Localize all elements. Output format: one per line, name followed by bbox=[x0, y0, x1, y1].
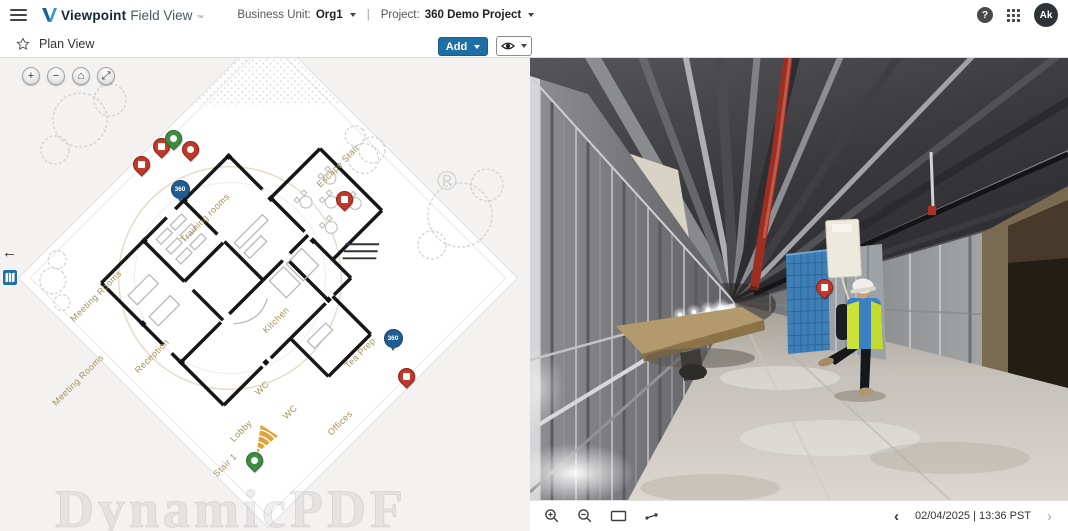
chevron-down-icon bbox=[474, 45, 480, 49]
zoom-in-icon bbox=[544, 508, 560, 524]
app-window: Viewpoint Field View ™ Business Unit: Or… bbox=[0, 0, 1068, 531]
chevron-down-icon[interactable] bbox=[528, 13, 534, 17]
photo-zoom-in-button[interactable] bbox=[544, 508, 560, 524]
plan-panel: DynamicPDF ® +−⌂⤢ ← Training roomsEscape… bbox=[0, 58, 530, 531]
photo-360-viewer[interactable] bbox=[530, 58, 1068, 500]
pin-icon bbox=[341, 196, 348, 203]
zoom-out-button[interactable]: − bbox=[47, 67, 65, 85]
pin-icon bbox=[187, 146, 194, 153]
brand-product: Field View bbox=[130, 8, 192, 23]
floor-plan-drawing bbox=[19, 58, 517, 527]
pin-icon bbox=[403, 373, 410, 380]
pan-icon bbox=[644, 509, 661, 523]
menu-icon[interactable] bbox=[10, 9, 27, 21]
chevron-down-icon bbox=[521, 44, 527, 48]
map-icon bbox=[5, 272, 15, 283]
add-button[interactable]: Add bbox=[438, 37, 488, 56]
registered-trademark: ® bbox=[437, 166, 457, 197]
apps-grid-icon[interactable] bbox=[1007, 9, 1020, 22]
zoom-fit-button[interactable]: ⤢ bbox=[97, 67, 115, 85]
watermark-text: DynamicPDF bbox=[55, 478, 407, 531]
photo-toolbar-icons bbox=[544, 508, 661, 524]
view-toolbar: Plan View Add bbox=[0, 30, 1068, 58]
context-divider: | bbox=[367, 9, 370, 21]
next-photo-button[interactable]: › bbox=[1045, 509, 1054, 524]
previous-photo-button[interactable]: ‹ bbox=[892, 509, 901, 524]
photo-fullscreen-button[interactable] bbox=[610, 509, 627, 523]
help-button[interactable]: ? bbox=[977, 7, 993, 23]
zoom-out-icon bbox=[577, 508, 593, 524]
pin-icon bbox=[821, 284, 828, 291]
marker-360-label: 360 bbox=[175, 186, 186, 193]
trademark-symbol: ™ bbox=[196, 15, 203, 22]
photo-zoom-out-button[interactable] bbox=[577, 508, 593, 524]
collapse-panel-button[interactable]: ← bbox=[2, 244, 17, 261]
photo-360-scene bbox=[530, 58, 1068, 500]
marker-360-label: 360 bbox=[388, 335, 399, 342]
viewpoint-logo-icon bbox=[41, 8, 57, 22]
visibility-dropdown-button[interactable] bbox=[496, 36, 532, 56]
context-bar: Business Unit: Org1 | Project: 360 Demo … bbox=[237, 9, 534, 21]
business-unit-label: Business Unit: bbox=[237, 9, 311, 21]
marker-360-marker[interactable]: 360 bbox=[384, 329, 403, 348]
zoom-home-button[interactable]: ⌂ bbox=[72, 67, 90, 85]
room-label: Meeting Rooms bbox=[50, 352, 105, 407]
legend-toggle-button[interactable] bbox=[3, 270, 17, 285]
add-button-label: Add bbox=[446, 41, 467, 53]
photo-toolbar: ‹ 02/04/2025 | 13:36 PST › bbox=[530, 500, 1068, 531]
pin-icon bbox=[138, 161, 145, 168]
photo-date-nav: ‹ 02/04/2025 | 13:36 PST › bbox=[892, 509, 1054, 524]
project-label: Project: bbox=[381, 9, 420, 21]
photo-timestamp: 02/04/2025 | 13:36 PST bbox=[915, 510, 1031, 522]
floor-plan-canvas[interactable] bbox=[18, 58, 519, 528]
zoom-in-button[interactable]: + bbox=[22, 67, 40, 85]
pin-icon bbox=[251, 457, 258, 464]
business-unit-dropdown[interactable]: Org1 bbox=[316, 9, 343, 21]
page-title: Plan View bbox=[39, 37, 94, 51]
project-dropdown[interactable]: 360 Demo Project bbox=[425, 9, 522, 21]
plan-zoom-controls: +−⌂ ⤢ bbox=[22, 67, 115, 85]
eye-icon bbox=[501, 41, 515, 51]
favorite-star-icon[interactable] bbox=[16, 37, 30, 51]
brand-logo[interactable]: Viewpoint Field View ™ bbox=[41, 8, 203, 23]
pin-icon bbox=[170, 135, 177, 142]
chevron-down-icon[interactable] bbox=[350, 13, 356, 17]
photo-pan-button[interactable] bbox=[644, 509, 661, 523]
marker-360-marker[interactable]: 360 bbox=[171, 180, 190, 199]
pin-icon bbox=[158, 143, 165, 150]
avatar[interactable]: Ak bbox=[1034, 3, 1058, 27]
brand-name: Viewpoint bbox=[61, 8, 126, 23]
header-actions: ? Ak bbox=[977, 3, 1058, 27]
top-header: Viewpoint Field View ™ Business Unit: Or… bbox=[0, 0, 1068, 30]
fullscreen-icon bbox=[610, 509, 627, 523]
